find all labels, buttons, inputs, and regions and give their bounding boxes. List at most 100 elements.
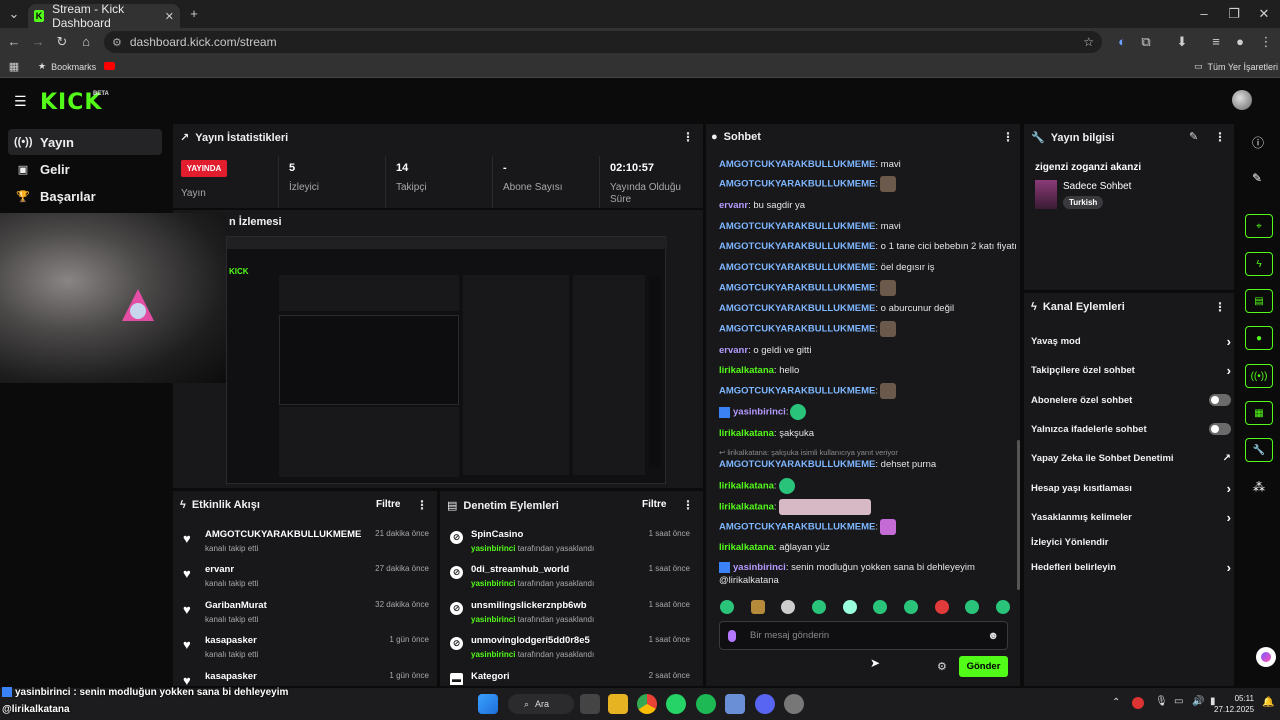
maximize-icon[interactable]: ❐ [1224,4,1244,24]
volume-icon[interactable]: 🔊 [1192,696,1204,707]
apps-grid-icon[interactable]: ▦ [4,57,24,77]
emote-icon[interactable] [750,600,765,614]
chat-message[interactable]: AMGOTCUKYARAKBULLUKMEME: dehset purna [719,458,1019,471]
chat-mention[interactable]: @lirikalkatana [719,575,779,586]
action-ai-moderation[interactable]: Yapay Zeka ile Sohbet Denetimi ↗ [1031,450,1231,466]
notifications-icon[interactable]: 🔔 [1262,697,1274,708]
nav-item-stream[interactable]: ((•)) Yayın [8,129,162,155]
close-window-icon[interactable]: ✕ [1254,4,1274,24]
chat-username[interactable]: AMGOTCUKYARAKBULLUKMEME [719,283,875,294]
notes-icon[interactable]: ▤ [1245,289,1273,313]
profile-icon[interactable]: ● [1230,32,1250,52]
send-button[interactable]: Gönder [959,656,1008,677]
network-icon[interactable]: ▭ [1174,696,1183,707]
quick-actions-icon[interactable]: ϟ [1245,252,1273,276]
emote-icon[interactable] [873,600,888,614]
emote-icon[interactable] [903,600,918,614]
activity-item[interactable]: ♥ AMGOTCUKYARAKBULLUKMEME kanalı takip e… [183,529,433,565]
chat-username[interactable]: AMGOTCUKYARAKBULLUKMEME [719,324,875,335]
task-view-icon[interactable] [580,694,600,714]
chat-message[interactable]: lirikalkatana: [719,499,1019,515]
emoji-picker-icon[interactable]: ☻ [987,630,999,642]
emote-icon[interactable] [811,600,826,614]
new-tab-icon[interactable]: + [184,4,204,24]
category-name[interactable]: Sadece Sohbet [1063,181,1131,192]
moderation-widget-icon[interactable]: ▦ [1245,401,1273,425]
chat-username[interactable]: yasinbirinci [733,562,786,573]
moderation-item[interactable]: ⊘ SpinCasino yasinbirinci tarafından yas… [450,529,694,565]
home-icon[interactable]: ⌂ [76,32,96,52]
chat-message[interactable]: lirikalkatana: şakşuka [719,427,1019,440]
chat-username[interactable]: yasinbirinci [733,407,786,418]
chat-message[interactable]: lirikalkatana: hello [719,364,1019,377]
clip-icon[interactable]: ⌖ [1245,214,1273,238]
spotify-icon[interactable] [696,694,716,714]
activity-item[interactable]: ♥ kasapasker 1 gün önce [183,671,433,685]
chat-username[interactable]: lirikalkatana [719,428,774,439]
stream-preview-video[interactable]: KICK [226,236,667,484]
help-fab[interactable] [1256,647,1276,667]
moderation-item[interactable]: ⊘ unmovingIodgeri5dd0r8e5 yasinbirinci t… [450,635,694,671]
chat-message[interactable]: AMGOTCUKYARAKBULLUKMEME: o aburcunur değ… [719,302,1019,315]
broadcast-widget-icon[interactable]: ((•)) [1245,364,1273,388]
hamburger-menu-icon[interactable]: ☰ [14,93,27,110]
chat-username[interactable]: lirikalkatana [719,542,774,553]
action-account-age[interactable]: Hesap yaşı kısıtlaması › [1031,480,1231,496]
chat-message[interactable]: AMGOTCUKYARAKBULLUKMEME: mavi [719,158,1019,171]
moderator-name[interactable]: yasinbirinci [471,615,515,624]
tray-overflow-icon[interactable]: ⌃ [1112,697,1120,708]
activity-filter-button[interactable]: Filtre [376,499,400,510]
extensions-puzzle-icon[interactable]: ⧉ [1136,32,1156,52]
toggle-switch[interactable] [1209,394,1231,406]
chat-message[interactable]: AMGOTCUKYARAKBULLUKMEME: [719,280,1019,296]
add-widget-icon[interactable]: ⁂ [1253,480,1265,494]
whatsapp-icon[interactable] [666,694,686,714]
chat-widget-icon[interactable]: ● [1245,326,1273,350]
mic-icon[interactable] [728,629,736,642]
chrome-menu-icon[interactable]: ⋮ [1256,32,1276,52]
reload-icon[interactable]: ↻ [52,32,72,52]
chat-username[interactable]: AMGOTCUKYARAKBULLUKMEME [719,522,875,533]
chat-username[interactable]: lirikalkatana [719,481,774,492]
emote-icon[interactable] [781,600,796,614]
info-icon[interactable]: ⓘ [1252,134,1264,151]
emote-icon[interactable] [720,600,734,614]
language-tag[interactable]: Turkish [1063,196,1104,209]
chat-message[interactable]: AMGOTCUKYARAKBULLUKMEME: o 1 tane cici b… [719,240,1019,253]
action-goals[interactable]: Hedefleri belirleyin › [1031,559,1231,575]
chat-username[interactable]: AMGOTCUKYARAKBULLUKMEME [719,262,875,273]
chat-message[interactable]: ervanr: o geldi ve gitti [719,344,1019,357]
chat-input[interactable]: Bir mesaj gönderin ☻ [719,621,1008,650]
tray-app-icon[interactable] [1132,697,1144,709]
downloads-icon[interactable]: ⬇ [1172,32,1192,52]
moderator-name[interactable]: yasinbirinci [471,650,515,659]
chat-message[interactable]: yasinbirinci: [719,404,1019,420]
chat-message[interactable]: AMGOTCUKYARAKBULLUKMEME: [719,176,1019,192]
stats-more-icon[interactable]: ⋮ [682,130,694,144]
chat-message[interactable]: AMGOTCUKYARAKBULLUKMEME: mavi [719,220,1019,233]
discord-icon[interactable] [755,694,775,714]
user-avatar[interactable] [1232,90,1252,110]
chat-username[interactable]: AMGOTCUKYARAKBULLUKMEME [719,159,875,170]
file-explorer-icon[interactable] [608,694,628,714]
chat-username[interactable]: AMGOTCUKYARAKBULLUKMEME [719,303,875,314]
moderation-item[interactable]: ▬ Kategori 2 saat önce [450,671,694,685]
media-icon[interactable]: ≡ [1206,32,1226,52]
site-info-icon[interactable]: ⚙ [112,36,122,49]
action-subscribers-only[interactable]: Abonelere özel sohbet [1031,392,1231,408]
action-raid[interactable]: İzleyici Yönlendir [1031,534,1231,550]
activity-item[interactable]: ♥ kasapasker kanalı takip etti 1 gün önc… [183,635,433,671]
taskbar-search[interactable]: ⌕ Ara [508,694,574,714]
chat-message[interactable]: lirikalkatana: [719,478,1019,494]
chat-username[interactable]: AMGOTCUKYARAKBULLUKMEME [719,386,875,397]
chat-message[interactable]: AMGOTCUKYARAKBULLUKMEME: öel degısır iş [719,261,1019,274]
category-thumbnail[interactable] [1035,180,1057,209]
moderation-more-icon[interactable]: ⋮ [682,498,694,512]
activity-item[interactable]: ♥ GaribanMurat kanalı takip etti 32 daki… [183,600,433,636]
chat-message[interactable]: AMGOTCUKYARAKBULLUKMEME: [719,383,1019,399]
edit-layout-icon[interactable]: ✎ [1252,171,1262,185]
chat-scrollbar[interactable] [1017,440,1020,590]
app-icon[interactable] [725,694,745,714]
action-slow-mode[interactable]: Yavaş mod › [1031,333,1231,349]
windows-start-icon[interactable] [478,694,498,714]
